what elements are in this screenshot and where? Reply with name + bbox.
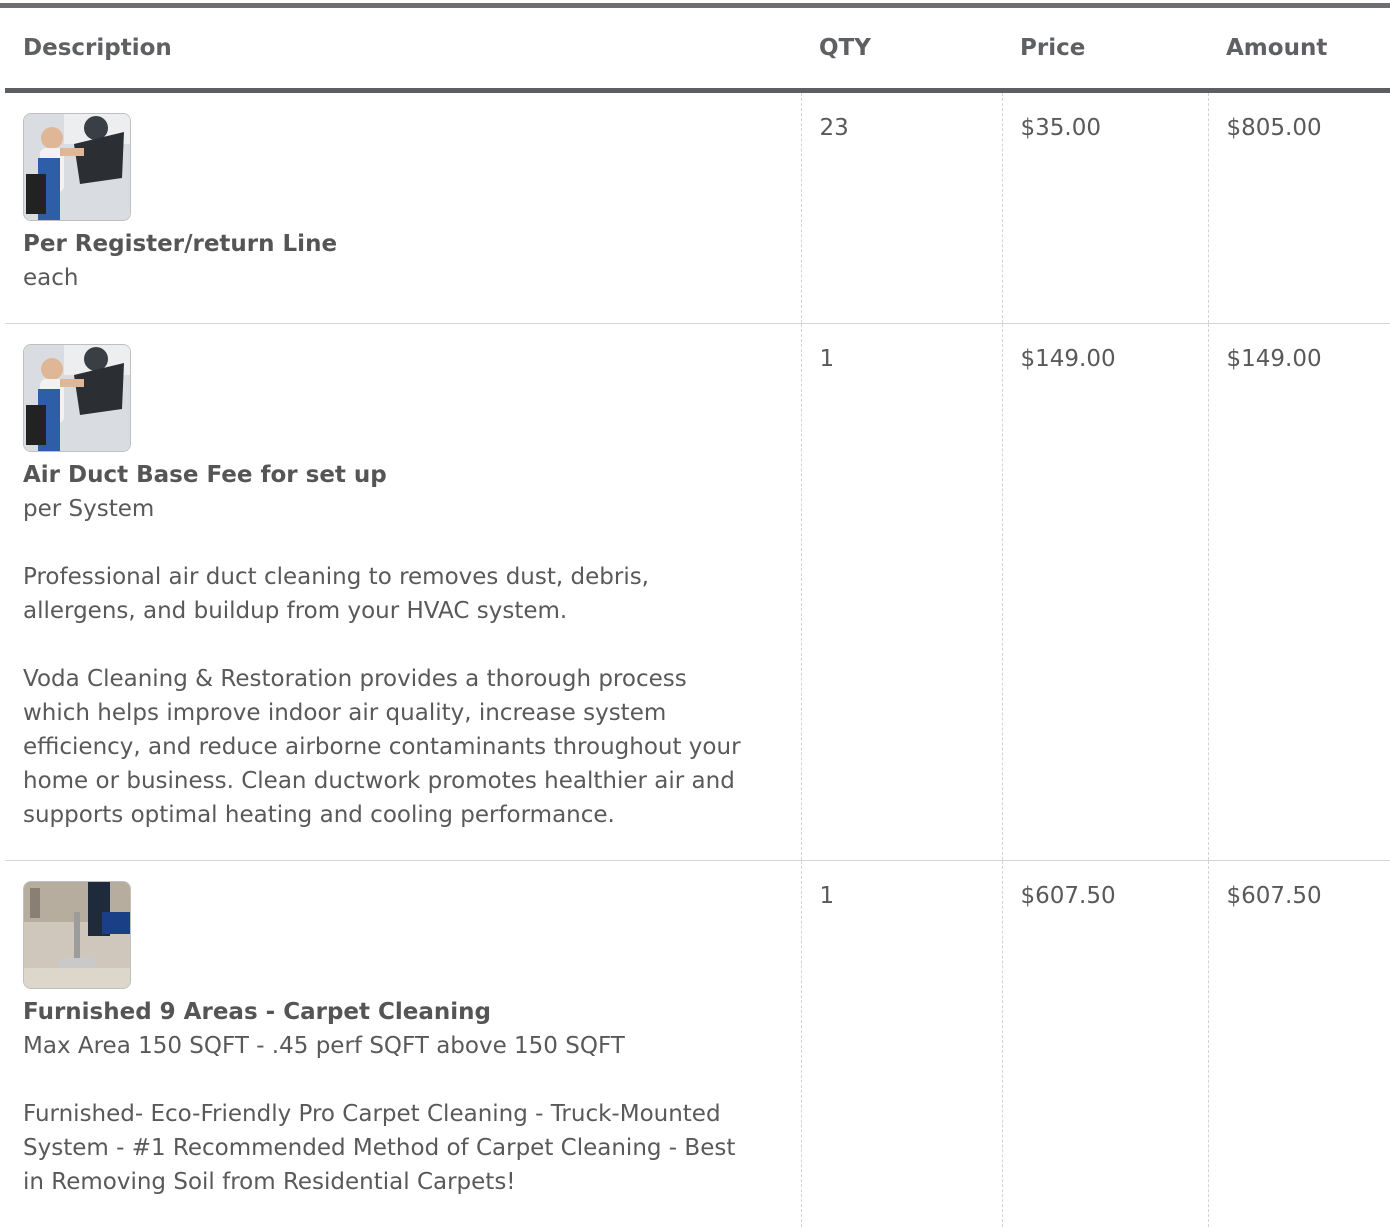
item-unit: Max Area 150 SQFT - .45 perf SQFT above … [23,1032,625,1059]
item-unit: each [23,264,79,291]
table-row: Furnished 9 Areas - Carpet Cleaning Max … [5,860,1390,1227]
item-description: Furnished- Eco-Friendly Pro Carpet Clean… [23,1100,736,1195]
amount-cell: $607.50 [1207,860,1390,1227]
carpet-cleaning-thumbnail [23,880,131,989]
price-cell: $35.00 [1001,90,1208,324]
hvac-technician-thumbnail [23,343,131,452]
qty-cell: 23 [800,90,1002,324]
hvac-technician-thumbnail [23,112,131,221]
item-name: Per Register/return Line [23,230,338,257]
description-cell: Air Duct Base Fee for set up per System … [5,323,801,861]
table-row: Per Register/return Line each 23 $35.00 … [5,90,1390,324]
column-header-price: Price [1002,8,1208,93]
invoice-line-items-table: Description QTY Price Amount Per Registe… [5,8,1390,1227]
column-header-qty: QTY [801,8,1002,93]
table-row: Air Duct Base Fee for set up per System … [5,323,1390,861]
item-unit: per System [23,495,155,522]
price-cell: $149.00 [1001,323,1208,861]
description-cell: Per Register/return Line each [5,90,801,324]
column-header-amount: Amount [1208,8,1390,93]
item-name: Furnished 9 Areas - Carpet Cleaning [23,998,491,1025]
price-cell: $607.50 [1001,860,1208,1227]
amount-cell: $805.00 [1207,90,1390,324]
amount-cell: $149.00 [1207,323,1390,861]
item-description: Professional air duct cleaning to remove… [23,563,741,828]
table-header-row: Description QTY Price Amount [5,8,1390,93]
item-name: Air Duct Base Fee for set up [23,461,387,488]
column-header-description: Description [5,8,801,93]
qty-cell: 1 [800,860,1002,1227]
description-cell: Furnished 9 Areas - Carpet Cleaning Max … [5,860,801,1227]
qty-cell: 1 [800,323,1002,861]
